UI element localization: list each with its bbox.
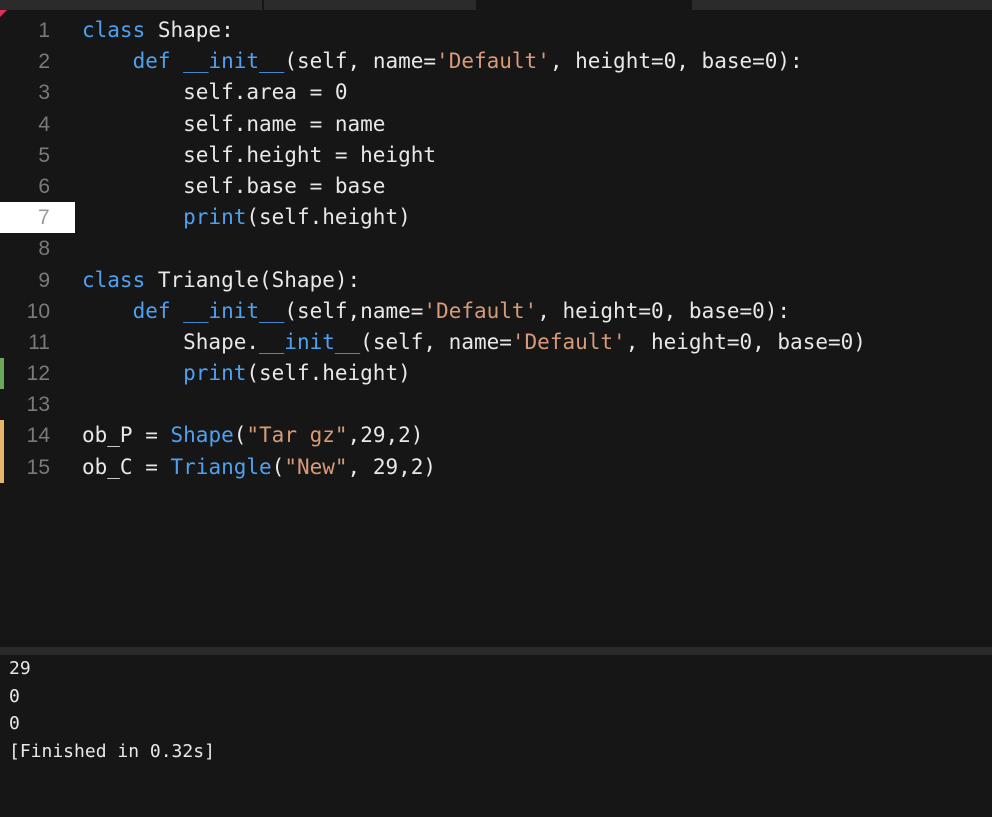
code-line[interactable]: 5 self.height = height xyxy=(0,140,992,171)
code-editor[interactable]: 1 class Shape: 2 def __init__(self, name='… xyxy=(0,15,992,535)
code-token: __init__ xyxy=(183,49,285,74)
code-token: ,29,2) xyxy=(347,423,424,448)
code-token: ob_P = xyxy=(82,423,171,448)
code-token: (self, name= xyxy=(284,49,437,74)
line-number: 4 xyxy=(38,112,50,136)
code-token: 'Default' xyxy=(511,329,626,354)
line-number: 11 xyxy=(28,330,50,354)
line-number: 3 xyxy=(38,81,50,105)
tab-active[interactable] xyxy=(478,0,690,10)
code-token: self.area = 0 xyxy=(82,80,348,105)
output-line: 29 xyxy=(9,658,31,679)
code-token: class xyxy=(82,18,146,42)
code-line[interactable]: 6 self.base = base xyxy=(0,171,992,202)
code-token: def xyxy=(132,49,171,74)
line-number: 2 xyxy=(38,50,50,74)
code-text: class Triangle(Shape): xyxy=(82,265,360,296)
line-number: 13 xyxy=(26,393,50,417)
code-line[interactable]: 9 class Triangle(Shape): xyxy=(0,265,992,296)
code-text: self.area = 0 xyxy=(82,77,348,108)
output-panel-divider[interactable] xyxy=(0,647,992,655)
code-token: self.height = height xyxy=(82,142,437,167)
line-number: 6 xyxy=(38,174,50,198)
code-text: ob_C = Triangle("New", 29,2) xyxy=(82,452,436,483)
line-number: 9 xyxy=(38,268,50,292)
code-text: Shape.__init__(self, name='Default', hei… xyxy=(82,327,866,358)
code-text: print(self.height) xyxy=(82,358,411,389)
code-text: def __init__(self, name='Default', heigh… xyxy=(82,46,803,77)
code-token: (self.height) xyxy=(246,205,411,230)
code-token: ( xyxy=(271,454,285,479)
code-line[interactable]: 4 self.name = name xyxy=(0,109,992,140)
code-line[interactable]: 12 print(self.height) xyxy=(0,358,992,390)
code-line[interactable]: 8 xyxy=(0,233,992,264)
code-token: , height=0, base=0): xyxy=(549,49,803,74)
line-number: 5 xyxy=(38,143,50,167)
code-token: ( xyxy=(233,423,247,448)
code-line[interactable]: 10 def __init__(self,name='Default', hei… xyxy=(0,296,992,327)
output-line: [Finished in 0.32s] xyxy=(9,741,215,762)
code-line[interactable]: 3 self.area = 0 xyxy=(0,77,992,108)
line-number: 7 xyxy=(0,202,75,234)
code-token: Shape: xyxy=(145,18,234,42)
code-token: Triangle(Shape): xyxy=(145,267,361,292)
code-line[interactable]: 2 def __init__(self, name='Default', hei… xyxy=(0,46,992,77)
code-text: print(self.height) xyxy=(82,202,411,233)
line-number: 8 xyxy=(38,237,50,261)
code-line[interactable]: 13 xyxy=(0,389,992,420)
line-number: 1 xyxy=(38,19,50,42)
code-token: 'Default' xyxy=(436,49,550,74)
code-text: self.height = height xyxy=(82,140,436,171)
code-token: print xyxy=(183,361,247,386)
code-token: "New" xyxy=(284,454,348,479)
code-token: class xyxy=(82,267,146,292)
code-token: (self.height) xyxy=(246,361,411,386)
code-token: self.name = name xyxy=(82,111,386,136)
code-text: ob_P = Shape("Tar gz",29,2) xyxy=(82,420,423,451)
code-token: Triangle xyxy=(170,454,272,479)
code-line[interactable]: 7 print(self.height) xyxy=(0,202,992,234)
code-token: , 29,2) xyxy=(347,454,437,479)
code-token: , height=0, base=0) xyxy=(625,329,866,354)
code-token: self.base = base xyxy=(82,173,386,198)
line-number: 10 xyxy=(26,299,50,323)
tab-bar xyxy=(0,0,992,10)
build-output-panel: 29 0 0 [Finished in 0.32s] xyxy=(0,655,992,817)
code-line[interactable]: 15 ob_C = Triangle("New", 29,2) xyxy=(0,451,992,483)
code-token: (self, name= xyxy=(360,329,512,354)
output-line: 0 xyxy=(9,713,20,734)
code-token: "Tar gz" xyxy=(246,423,348,448)
code-token: __init__ xyxy=(183,298,285,323)
code-token: ob_C = xyxy=(82,454,171,479)
code-text: def __init__(self,name='Default', height… xyxy=(82,296,791,327)
code-token: __init__ xyxy=(259,329,361,354)
code-token: (self,name= xyxy=(284,298,424,323)
code-text: self.name = name xyxy=(82,109,385,140)
code-text: self.base = base xyxy=(82,171,385,202)
code-token: , height=0, base=0): xyxy=(537,298,791,323)
code-token: 'Default' xyxy=(423,298,538,323)
code-token: Shape xyxy=(170,423,234,448)
line-number: 15 xyxy=(26,455,50,479)
code-token: Shape. xyxy=(82,329,260,354)
code-token: print xyxy=(183,205,247,230)
code-token: def xyxy=(132,298,171,323)
output-line: 0 xyxy=(9,686,20,707)
line-number: 12 xyxy=(26,362,50,386)
editor-window: 1 class Shape: 2 def __init__(self, name='… xyxy=(0,0,992,817)
tab-1[interactable] xyxy=(0,0,262,10)
tab-4[interactable] xyxy=(692,0,992,10)
tab-2[interactable] xyxy=(264,0,476,10)
code-line[interactable]: 1 class Shape: xyxy=(0,15,992,46)
code-line[interactable]: 14 ob_P = Shape("Tar gz",29,2) xyxy=(0,420,992,452)
code-text: class Shape: xyxy=(82,15,234,46)
line-number: 14 xyxy=(26,424,50,448)
code-line[interactable]: 11 Shape.__init__(self, name='Default', … xyxy=(0,327,992,358)
